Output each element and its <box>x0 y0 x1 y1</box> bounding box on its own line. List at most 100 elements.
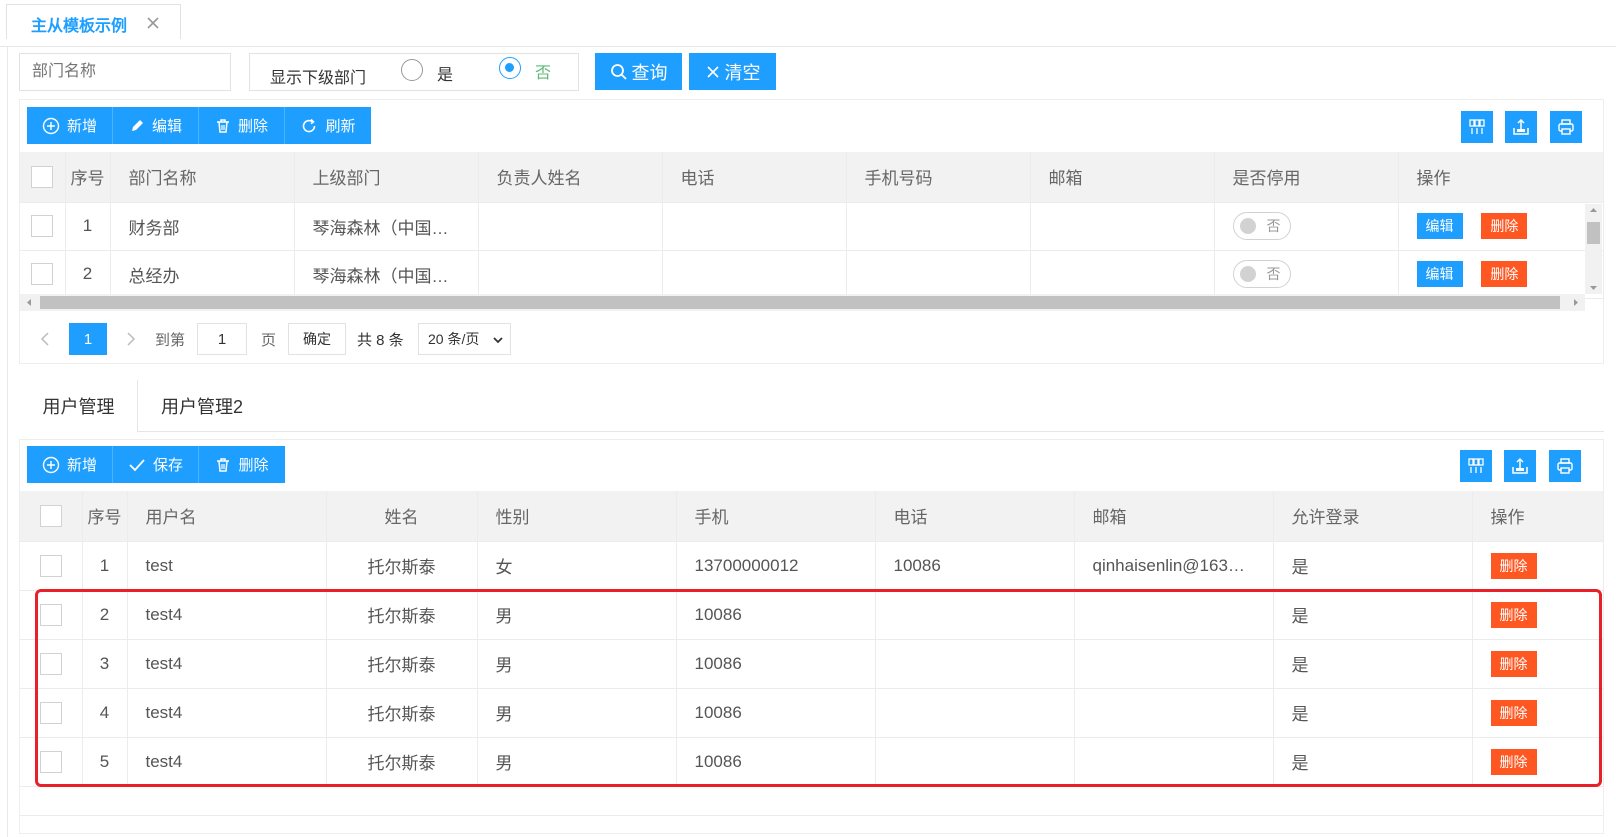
master-delete-button[interactable]: 删除 <box>199 107 285 144</box>
query-button[interactable]: 查询 <box>595 53 682 90</box>
table-row[interactable]: 5 test4 托尔斯泰 男 10086 是 删除 <box>20 737 1604 787</box>
radio-yes-label: 是 <box>437 67 454 84</box>
cell-dept-name: 财务部 <box>110 202 295 251</box>
detail-save-button[interactable]: 保存 <box>113 446 199 483</box>
master-col-header: 部门名称 <box>110 152 295 203</box>
switch-label: 否 <box>1266 218 1281 234</box>
row-delete-button[interactable]: 删除 <box>1490 748 1537 775</box>
tab-user-management[interactable]: 用户管理 <box>20 380 138 433</box>
check-icon <box>129 458 145 471</box>
master-delete-label: 删除 <box>237 118 268 135</box>
chevron-right-icon[interactable] <box>126 331 136 347</box>
chevron-left-icon <box>27 299 31 306</box>
left-divider <box>7 47 8 837</box>
master-columns-button[interactable] <box>1461 111 1493 143</box>
total-count: 共 8 条 <box>357 332 404 349</box>
page-size-select[interactable]: 20 条/页 <box>418 323 511 355</box>
row-delete-button[interactable]: 删除 <box>1481 261 1528 287</box>
close-icon[interactable] <box>147 17 159 29</box>
chevron-down-icon <box>493 337 503 344</box>
goto-label: 到第 <box>155 332 186 349</box>
row-checkbox[interactable] <box>39 603 62 626</box>
detail-export-button[interactable] <box>1504 450 1536 482</box>
cell-allow-login: 是 <box>1273 541 1473 591</box>
clear-button[interactable]: 清空 <box>689 53 776 90</box>
table-row[interactable]: 2 test4 托尔斯泰 男 10086 是 删除 <box>20 590 1604 640</box>
cell-phone <box>875 639 1075 689</box>
radio-yes[interactable] <box>401 59 423 81</box>
row-delete-button[interactable]: 删除 <box>1490 699 1537 726</box>
row-edit-button[interactable]: 编辑 <box>1416 213 1463 239</box>
master-col-header: 上级部门 <box>294 152 479 203</box>
row-checkbox[interactable] <box>31 215 54 237</box>
row-edit-button[interactable]: 编辑 <box>1416 261 1463 287</box>
cell-phone: 10086 <box>875 541 1075 591</box>
row-checkbox[interactable] <box>31 263 54 285</box>
switch-label: 否 <box>1266 266 1281 282</box>
goto-input[interactable]: 1 <box>197 323 247 355</box>
chevron-right-icon <box>1574 299 1578 306</box>
tab-label: 用户管理2 <box>160 397 243 417</box>
show-sub-dept-field: 显示下级部门 是 否 <box>249 53 579 91</box>
trash-icon <box>216 118 229 133</box>
detail-print-button[interactable] <box>1549 450 1581 482</box>
master-add-button[interactable]: 新增 <box>27 107 113 144</box>
disabled-switch[interactable]: 否 <box>1232 260 1291 288</box>
master-vertical-scrollbar[interactable] <box>1585 204 1602 294</box>
page-current[interactable]: 1 <box>69 323 107 355</box>
disabled-switch[interactable]: 否 <box>1232 212 1291 240</box>
row-checkbox[interactable] <box>39 652 62 675</box>
master-select-all[interactable] <box>20 152 66 203</box>
detail-columns-button[interactable] <box>1460 450 1492 482</box>
page-size-value: 20 条/页 <box>428 331 480 347</box>
cell-gender: 男 <box>477 688 677 738</box>
detail-add-button[interactable]: 新增 <box>27 446 113 483</box>
print-icon <box>1558 119 1574 135</box>
cell-gender: 女 <box>477 541 677 591</box>
table-row[interactable]: 1 test 托尔斯泰 女 13700000012 10086 qinhaise… <box>20 541 1604 591</box>
table-row[interactable]: 2 总经办 琴海森林（中国… 否 编辑 删除 <box>20 250 1604 299</box>
row-delete-button[interactable]: 删除 <box>1490 650 1537 677</box>
row-delete-button[interactable]: 删除 <box>1490 601 1537 628</box>
row-checkbox[interactable] <box>39 701 62 724</box>
master-table: 序号 部门名称 上级部门 负责人姓名 电话 手机号码 邮箱 是否停用 操作 1 … <box>20 152 1604 299</box>
master-horizontal-scrollbar[interactable] <box>20 294 1585 311</box>
cell-mobile: 10086 <box>676 590 876 640</box>
cell-username: test4 <box>127 737 327 787</box>
checkbox[interactable] <box>39 504 62 527</box>
master-refresh-button[interactable]: 刷新 <box>285 107 371 144</box>
dept-name-input[interactable] <box>19 53 231 91</box>
cell-mobile: 13700000012 <box>676 541 876 591</box>
master-edit-button[interactable]: 编辑 <box>113 107 199 144</box>
table-row[interactable]: 4 test4 托尔斯泰 男 10086 是 删除 <box>20 688 1604 738</box>
master-export-button[interactable] <box>1505 111 1537 143</box>
master-col-header: 是否停用 <box>1214 152 1399 203</box>
tab-master-detail[interactable]: 主从模板示例 <box>6 4 181 39</box>
search-icon <box>610 63 627 80</box>
row-delete-button[interactable]: 删除 <box>1481 213 1528 239</box>
detail-col-header: 邮箱 <box>1074 491 1274 542</box>
row-checkbox[interactable] <box>39 750 62 773</box>
chevron-down-icon <box>1590 286 1597 290</box>
print-icon <box>1557 458 1573 474</box>
row-delete-button[interactable]: 删除 <box>1490 552 1537 579</box>
radio-no[interactable] <box>499 57 521 79</box>
cell-username: test4 <box>127 688 327 738</box>
goto-confirm-button[interactable]: 确定 <box>288 323 346 355</box>
detail-header-row: 序号 用户名 姓名 性别 手机 电话 邮箱 允许登录 操作 <box>20 491 1604 542</box>
table-row[interactable]: 1 财务部 琴海森林（中国… 否 编辑 删除 <box>20 202 1604 251</box>
detail-col-header: 操作 <box>1472 491 1604 542</box>
cell-mobile: 10086 <box>676 688 876 738</box>
cell-mobile: 10086 <box>676 737 876 787</box>
checkbox[interactable] <box>31 165 54 188</box>
row-checkbox[interactable] <box>39 554 62 577</box>
detail-select-all[interactable] <box>20 491 83 542</box>
chevron-left-icon[interactable] <box>40 331 50 347</box>
tab-user-management-2[interactable]: 用户管理2 <box>138 380 266 432</box>
cell-phone <box>662 202 847 251</box>
cell-allow-login: 是 <box>1273 590 1473 640</box>
master-print-button[interactable] <box>1550 111 1582 143</box>
table-row[interactable]: 3 test4 托尔斯泰 男 10086 是 删除 <box>20 639 1604 689</box>
detail-delete-button[interactable]: 删除 <box>199 446 285 483</box>
cell-parent-dept: 琴海森林（中国… <box>294 202 479 251</box>
